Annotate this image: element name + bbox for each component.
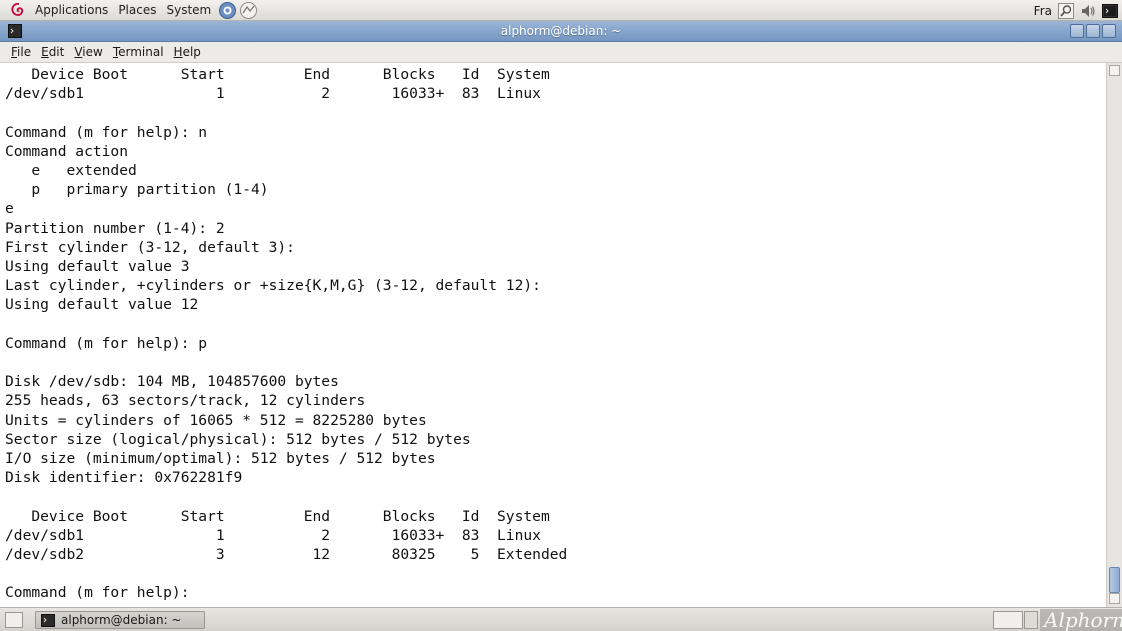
terminal-line: e (5, 200, 14, 218)
debian-swirl-icon[interactable] (10, 2, 26, 18)
taskbar-window-label: alphorm@debian: ~ (61, 613, 182, 627)
volume-icon[interactable] (1080, 3, 1096, 19)
menu-view[interactable]: View (69, 45, 107, 59)
workspace-switcher-2[interactable] (1024, 611, 1038, 629)
terminal-output[interactable]: Device Boot Start End Blocks Id System/d… (0, 63, 1106, 607)
keyboard-layout-indicator[interactable]: Fra (1034, 4, 1052, 18)
system-tray: Fra (1034, 0, 1118, 21)
workspace-switcher[interactable] (993, 611, 1023, 629)
scroll-down-arrow[interactable] (1109, 593, 1120, 604)
window-controls (1070, 24, 1116, 38)
terminal-line: Using default value 12 (5, 296, 199, 314)
terminal-line: Units = cylinders of 16065 * 512 = 82252… (5, 411, 427, 429)
menu-edit[interactable]: Edit (36, 45, 69, 59)
terminal-line: /dev/sdb1 1 2 16033+ 83 Linux (5, 85, 541, 103)
help-icon[interactable] (218, 1, 237, 20)
scroll-up-arrow[interactable] (1109, 65, 1120, 76)
terminal-line: Last cylinder, +cylinders or +size{K,M,G… (5, 277, 541, 295)
terminal-line: I/O size (minimum/optimal): 512 bytes / … (5, 450, 436, 467)
top-panel: Applications Places System Fra (0, 0, 1122, 21)
terminal-line: Command (m for help): (5, 584, 199, 602)
maximize-button[interactable] (1086, 24, 1100, 38)
close-button[interactable] (1102, 24, 1116, 38)
bottom-panel: alphorm@debian: ~ Alphorm (0, 607, 1122, 631)
taskbar-window-button[interactable]: alphorm@debian: ~ (35, 611, 205, 629)
scroll-thumb[interactable] (1109, 567, 1120, 593)
terminal-line: Sector size (logical/physical): 512 byte… (5, 430, 471, 448)
window-title: alphorm@debian: ~ (500, 24, 622, 38)
terminal-line: Command (m for help): n (5, 123, 208, 141)
window-titlebar[interactable]: alphorm@debian: ~ (0, 21, 1122, 42)
terminal-icon[interactable] (1102, 3, 1118, 19)
terminal-line: p primary partition (1-4) (5, 181, 269, 199)
terminal-icon (41, 613, 55, 627)
network-icon[interactable] (239, 1, 258, 20)
applications-menu[interactable]: Applications (30, 0, 113, 21)
show-desktop-button[interactable] (5, 612, 23, 628)
menu-terminal[interactable]: Terminal (108, 45, 169, 59)
terminal-line: e extended (5, 162, 137, 179)
terminal-line: Disk /dev/sdb: 104 MB, 104857600 bytes (5, 373, 339, 391)
terminal-line: /dev/sdb1 1 2 16033+ 83 Linux (5, 526, 541, 544)
terminal-line: Disk identifier: 0x762281f9 (5, 469, 243, 487)
menu-file[interactable]: File (6, 45, 36, 59)
vertical-scrollbar[interactable] (1106, 63, 1122, 607)
terminal-line: 255 heads, 63 sectors/track, 12 cylinder… (5, 392, 366, 410)
terminal-line: Command action (5, 142, 129, 160)
watermark-logo: Alphorm (1040, 609, 1122, 631)
search-icon[interactable] (1058, 2, 1074, 19)
terminal-line: Device Boot Start End Blocks Id System (5, 66, 550, 83)
terminal-line: First cylinder (3-12, default 3): (5, 238, 295, 256)
menu-help[interactable]: Help (169, 45, 206, 59)
terminal-line: Partition number (1-4): 2 (5, 219, 225, 237)
places-menu[interactable]: Places (113, 0, 161, 21)
terminal-line: Command (m for help): p (5, 334, 208, 352)
terminal-line: Using default value 3 (5, 258, 190, 275)
terminal-line: Device Boot Start End Blocks Id System (5, 507, 550, 525)
minimize-button[interactable] (1070, 24, 1084, 38)
system-menu[interactable]: System (161, 0, 216, 21)
terminal-line: /dev/sdb2 3 12 80325 5 Extended (5, 546, 568, 563)
menubar: File Edit View Terminal Help (0, 42, 1122, 63)
